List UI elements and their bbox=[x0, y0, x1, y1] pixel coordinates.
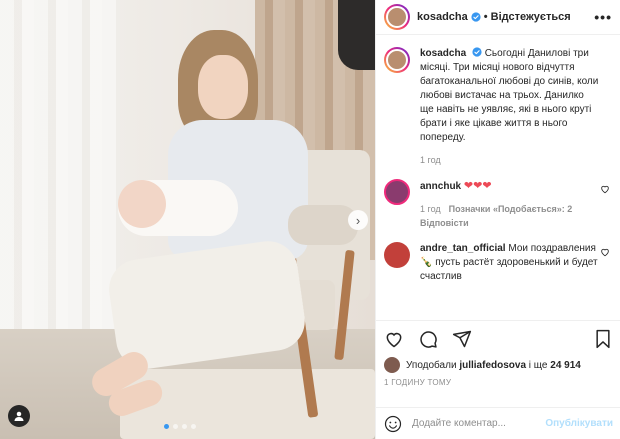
comment-input[interactable] bbox=[412, 418, 546, 429]
caption: kosadcha Сьогодні Данилові три місяці. Т… bbox=[384, 35, 612, 167]
reply-button[interactable]: Відповісти bbox=[420, 218, 469, 228]
photo-chair-arm bbox=[288, 205, 358, 245]
post-header: kosadcha • Відстежується ••• bbox=[376, 0, 620, 35]
liked-by-username[interactable]: julliafedosova bbox=[459, 360, 526, 371]
caption-username[interactable]: kosadcha bbox=[420, 48, 466, 59]
verified-badge-icon bbox=[471, 12, 481, 22]
photo-baby-head bbox=[118, 180, 166, 228]
like-comment-heart-icon[interactable] bbox=[600, 247, 610, 257]
comment-likes-link[interactable]: Позначки «Подобається»: 2 bbox=[449, 204, 573, 214]
share-icon[interactable] bbox=[452, 329, 472, 349]
like-comment-heart-icon[interactable] bbox=[600, 184, 610, 194]
likes-count[interactable]: 24 914 bbox=[550, 360, 581, 371]
post-photo[interactable]: › bbox=[0, 0, 375, 439]
post-view: › kosadcha • Відстежується ••• kosadcha … bbox=[0, 0, 620, 439]
like-heart-icon[interactable] bbox=[384, 329, 404, 349]
caption-text: Сьогодні Данилові три місяці. Три місяці… bbox=[420, 48, 599, 143]
carousel-dot bbox=[164, 424, 169, 429]
comment-text: ❤❤❤ bbox=[463, 180, 492, 192]
avatar[interactable] bbox=[384, 357, 400, 373]
likes-suffix: і ще bbox=[528, 359, 548, 371]
author-username[interactable]: kosadcha bbox=[417, 11, 468, 23]
list-item: annchuk ❤❤❤ 1 год Позначки «Подобається»:… bbox=[384, 167, 612, 230]
more-options-icon[interactable]: ••• bbox=[594, 9, 612, 25]
carousel-dot bbox=[191, 424, 196, 429]
carousel-dots bbox=[164, 424, 196, 429]
avatar[interactable] bbox=[384, 4, 410, 30]
photo-rug bbox=[120, 369, 375, 439]
post-side-panel: kosadcha • Відстежується ••• kosadcha Сь… bbox=[375, 0, 620, 439]
post-actions: Уподобали julliafedosova і ще 24 914 1 Г… bbox=[376, 320, 620, 387]
caption-time[interactable]: 1 год bbox=[420, 155, 441, 165]
photo-lamp bbox=[338, 0, 375, 70]
user-icon bbox=[14, 411, 24, 421]
photo-person-face bbox=[198, 55, 248, 119]
avatar[interactable] bbox=[384, 179, 410, 205]
likes-summary: Уподобали julliafedosova і ще 24 914 bbox=[384, 357, 613, 373]
verified-badge-icon bbox=[472, 47, 482, 57]
comment-time[interactable]: 1 год bbox=[420, 204, 441, 214]
carousel-next-button[interactable]: › bbox=[348, 210, 368, 230]
publish-button[interactable]: Опублікувати bbox=[545, 418, 613, 429]
avatar[interactable] bbox=[384, 242, 410, 268]
list-item: andre_tan_official Мои поздравления 🍾 пу… bbox=[384, 230, 612, 284]
likes-prefix: Уподобали bbox=[406, 359, 457, 371]
add-comment-bar: Опублікувати bbox=[376, 407, 620, 439]
comment-username[interactable]: andre_tan_official bbox=[420, 243, 506, 254]
chevron-right-icon: › bbox=[355, 212, 361, 228]
carousel-dot bbox=[173, 424, 178, 429]
comment-username[interactable]: annchuk bbox=[420, 181, 461, 192]
bookmark-icon[interactable] bbox=[593, 329, 613, 349]
post-timestamp[interactable]: 1 ГОДИНУ ТОМУ bbox=[384, 378, 613, 387]
tagged-users-button[interactable] bbox=[8, 405, 30, 427]
comment-icon[interactable] bbox=[418, 329, 438, 349]
carousel-dot bbox=[182, 424, 187, 429]
comments-list[interactable]: kosadcha Сьогодні Данилові три місяці. Т… bbox=[376, 35, 620, 318]
follow-status-button[interactable]: • Відстежується bbox=[484, 11, 571, 23]
emoji-icon[interactable] bbox=[384, 415, 402, 433]
avatar[interactable] bbox=[384, 47, 410, 73]
